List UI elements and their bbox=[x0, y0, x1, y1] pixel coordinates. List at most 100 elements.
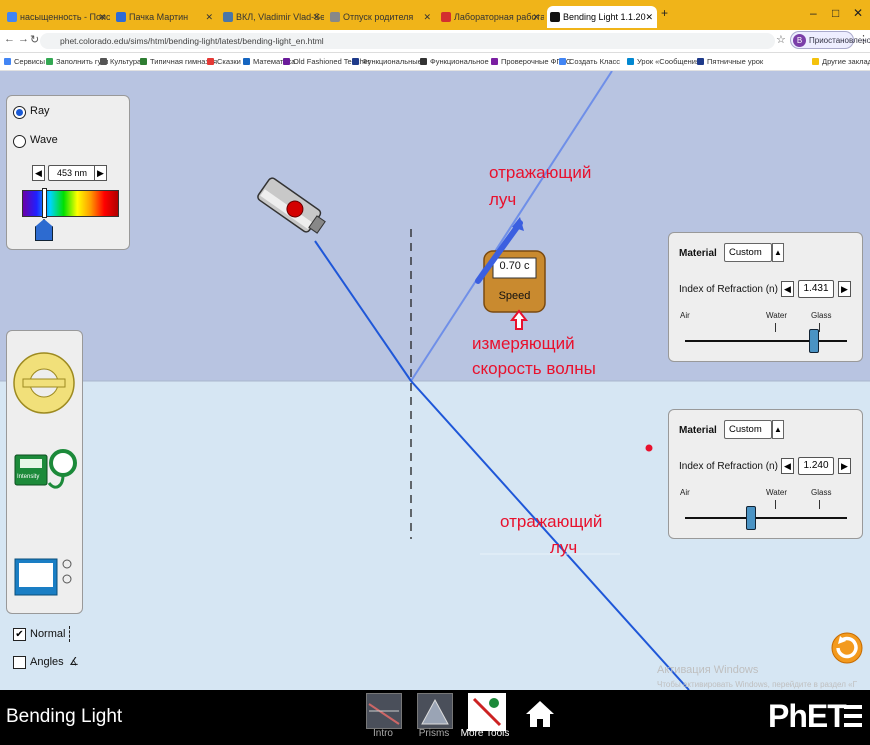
bookmark[interactable]: Пятничные урок bbox=[697, 55, 763, 68]
index-slider-thumb[interactable] bbox=[745, 506, 756, 530]
annotation-speed-line2: скорость волны bbox=[472, 359, 596, 378]
bookmark-label: Сервисы bbox=[14, 57, 46, 66]
bookmark-label: Урок «Сообщения» bbox=[637, 57, 705, 66]
close-tab-icon[interactable]: ✕ bbox=[645, 6, 653, 28]
bookmark[interactable]: Урок «Сообщения» bbox=[627, 55, 704, 68]
tab-label: Пачка Мартин bbox=[129, 12, 189, 22]
angles-checkbox[interactable] bbox=[13, 656, 26, 669]
index-slider-thumb[interactable] bbox=[808, 329, 819, 353]
screen-prisms-button[interactable] bbox=[417, 693, 453, 729]
tab-label: Лабораторная работа «Отражен bbox=[454, 12, 544, 22]
dropdown-arrow-icon[interactable]: ▲ bbox=[772, 420, 784, 439]
normal-label: Normal bbox=[30, 628, 66, 640]
close-tab-icon[interactable]: ✕ bbox=[312, 6, 320, 28]
browser-tab[interactable]: насыщенность - Поиск в Google✕ bbox=[4, 6, 110, 28]
bookmark[interactable]: Функциональные bbox=[352, 55, 422, 68]
browser-tab[interactable]: Отпуск родителя ✕ bbox=[327, 6, 435, 28]
index-value[interactable]: 1.240 bbox=[798, 457, 834, 475]
browser-tab[interactable]: ВКЛ, Vladimir Vlad-Sele - studen✕ bbox=[220, 6, 324, 28]
tick-glass: Glass bbox=[811, 488, 832, 497]
site-icon bbox=[223, 12, 233, 22]
ray-radio[interactable] bbox=[13, 106, 26, 119]
index-decrease-button[interactable]: ◀ bbox=[781, 458, 794, 474]
material-selection: Custom bbox=[729, 424, 762, 435]
intensity-meter-icon[interactable] bbox=[14, 449, 77, 489]
profile-button[interactable]: В Приостановлено bbox=[790, 31, 870, 49]
angle-icon: ∡ bbox=[69, 656, 79, 668]
navigation-bar: Bending Light Intro Prisms More Tools Ph… bbox=[0, 690, 870, 745]
hamburger-menu-icon[interactable] bbox=[844, 705, 862, 729]
protractor-icon[interactable] bbox=[13, 352, 75, 414]
reload-icon[interactable]: ↻ bbox=[30, 33, 39, 46]
toolbox-panel: Intensity bbox=[6, 330, 83, 614]
site-icon bbox=[116, 12, 126, 22]
wave-label: Wave bbox=[30, 134, 58, 146]
bookmark-label: Пятничные урок bbox=[707, 57, 764, 66]
bookmark-label: Сказки bbox=[217, 57, 241, 66]
index-decrease-button[interactable]: ◀ bbox=[781, 281, 794, 297]
screen-more-tools-label: More Tools bbox=[460, 728, 510, 739]
wave-radio[interactable] bbox=[13, 135, 26, 148]
tab-label: Отпуск родителя bbox=[343, 12, 414, 22]
close-tab-icon[interactable]: ✕ bbox=[205, 6, 213, 28]
index-value[interactable]: 1.431 bbox=[798, 280, 834, 298]
material-select[interactable]: Custom bbox=[724, 243, 772, 262]
bookmark-icon bbox=[140, 58, 147, 65]
wavelength-spectrum-slider[interactable] bbox=[22, 190, 119, 217]
material-select[interactable]: Custom bbox=[724, 420, 772, 439]
close-tab-icon[interactable]: ✕ bbox=[98, 6, 106, 28]
phet-icon bbox=[550, 12, 560, 22]
forward-icon[interactable]: → bbox=[18, 33, 29, 45]
star-icon[interactable]: ☆ bbox=[776, 33, 786, 46]
maximize-icon[interactable]: □ bbox=[832, 6, 839, 20]
close-window-icon[interactable]: ✕ bbox=[853, 6, 863, 20]
bookmark-icon bbox=[207, 58, 214, 65]
tab-label: ВКЛ, Vladimir Vlad-Sele - studen bbox=[236, 12, 324, 22]
browser-tab[interactable]: Лабораторная работа «Отражен✕ bbox=[438, 6, 544, 28]
bookmark-icon bbox=[100, 58, 107, 65]
dropdown-arrow-icon[interactable]: ▲ bbox=[772, 243, 784, 262]
bookmark-icon bbox=[697, 58, 704, 65]
bookmark[interactable]: Сервисы bbox=[4, 55, 45, 68]
top-material-panel: Material Custom ▲ Index of Refraction (n… bbox=[668, 232, 863, 362]
browser-tab-active[interactable]: Bending Light 1.1.20 ✕ bbox=[547, 6, 657, 28]
other-bookmarks[interactable]: Другие закладки bbox=[812, 55, 870, 68]
bookmark[interactable]: Культура bbox=[100, 55, 141, 68]
minimize-icon[interactable]: – bbox=[810, 6, 817, 20]
close-tab-icon[interactable]: ✕ bbox=[423, 6, 431, 28]
bookmark[interactable]: Типичная гимназия bbox=[140, 55, 217, 68]
index-increase-button[interactable]: ▶ bbox=[838, 458, 851, 474]
new-tab-icon[interactable]: + bbox=[661, 6, 668, 20]
wavelength-increase-button[interactable]: ▶ bbox=[94, 165, 107, 181]
screen-more-tools-button[interactable] bbox=[468, 693, 506, 731]
wavelength-decrease-button[interactable]: ◀ bbox=[32, 165, 45, 181]
annotation-reflected-line2: луч bbox=[489, 190, 517, 209]
close-tab-icon[interactable]: ✕ bbox=[532, 6, 540, 28]
wavelength-thumb[interactable] bbox=[35, 219, 53, 241]
material-header: Material bbox=[679, 248, 717, 259]
annotation-refracted-line2: луч bbox=[550, 538, 578, 557]
bookmark-icon bbox=[4, 58, 11, 65]
browser-tab[interactable]: Пачка Мартин ✕ bbox=[113, 6, 217, 28]
bookmark[interactable]: Функциональное bbox=[420, 55, 489, 68]
intensity-label: Intensity bbox=[17, 474, 40, 480]
bookmark[interactable]: Создать Класс bbox=[559, 55, 620, 68]
wave-sensor-icon[interactable] bbox=[14, 558, 72, 596]
site-icon bbox=[330, 12, 340, 22]
home-icon[interactable] bbox=[525, 699, 555, 729]
bookmark-label: Создать Класс bbox=[569, 57, 621, 66]
normal-checkbox[interactable]: ✔ bbox=[13, 628, 26, 641]
google-icon bbox=[7, 12, 17, 22]
index-increase-button[interactable]: ▶ bbox=[838, 281, 851, 297]
url-field[interactable]: phet.colorado.edu/sims/html/bending-ligh… bbox=[40, 33, 775, 49]
bookmark-icon bbox=[627, 58, 634, 65]
material-selection: Custom bbox=[729, 247, 762, 258]
screen-intro-button[interactable] bbox=[366, 693, 402, 729]
index-slider-track[interactable] bbox=[685, 517, 847, 519]
bookmark[interactable]: Сказки bbox=[207, 55, 241, 68]
reset-all-icon[interactable] bbox=[831, 632, 863, 664]
back-icon[interactable]: ← bbox=[4, 33, 15, 45]
folder-icon bbox=[812, 58, 819, 65]
index-slider-track[interactable] bbox=[685, 340, 847, 342]
bookmark[interactable]: Заполнить гугл bbox=[46, 55, 108, 68]
